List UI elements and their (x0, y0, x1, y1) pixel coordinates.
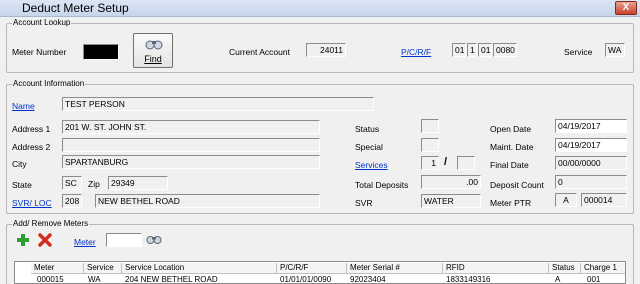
meter-link[interactable]: Meter (74, 237, 96, 247)
maint-date-field[interactable]: 04/19/2017 (555, 138, 627, 152)
find-label: Find (144, 54, 162, 64)
meter-ptr-label: Meter PTR (490, 198, 532, 208)
window-title: Deduct Meter Setup (22, 1, 129, 15)
svr-field: WATER (421, 194, 481, 208)
meter-input[interactable] (106, 233, 142, 247)
cell-meter-serial: 92023404 (350, 275, 386, 284)
svrloc-number-field: 208 (62, 194, 82, 208)
state-label: State (12, 180, 32, 190)
meters-table: Meter Service Service Location P/C/R/F M… (14, 261, 626, 284)
maint-date-label: Maint. Date (490, 142, 534, 152)
current-account-field: 24011 (306, 43, 346, 57)
pcrf-field-3: 01 (478, 43, 492, 57)
status-label: Status (355, 124, 380, 134)
svrloc-link[interactable]: SVR/ LOC (12, 198, 52, 208)
add-meter-button[interactable] (15, 233, 31, 248)
binoculars-icon (145, 40, 163, 50)
column-header-meter[interactable]: Meter (31, 263, 84, 274)
address2-field (62, 138, 320, 152)
cell-charge1: 001 (587, 275, 601, 284)
address2-label: Address 2 (12, 142, 51, 152)
binoculars-icon (146, 236, 162, 244)
meter-ptr-field: 000014 (581, 193, 627, 207)
services-field-1: 1 (421, 156, 439, 170)
final-date-field: 00/00/0000 (555, 156, 627, 170)
name-field: TEST PERSON (62, 97, 374, 111)
plus-icon (17, 234, 29, 246)
meter-number-input[interactable] (83, 44, 119, 60)
pcrf-field-4: 0080 (493, 43, 517, 57)
zip-field: 29349 (108, 176, 168, 190)
special-label: Special (355, 142, 383, 152)
x-icon (38, 233, 52, 247)
cell-status: A (555, 275, 561, 284)
total-deposits-label: Total Deposits (355, 180, 409, 190)
service-label: Service (564, 47, 593, 57)
column-header-charge1[interactable]: Charge 1 (581, 263, 625, 274)
special-field (421, 138, 439, 152)
cell-pcrf: 01/01/01/0090 (280, 275, 332, 284)
svr-label: SVR (355, 198, 373, 208)
meter-lookup-button[interactable] (146, 234, 162, 246)
zip-label: Zip (88, 179, 100, 189)
services-link[interactable]: Services (355, 160, 388, 170)
cell-meter: 000015 (37, 275, 64, 284)
add-remove-meters-legend: Add/ Remove Meters (12, 219, 90, 228)
state-field: SC (62, 176, 82, 190)
pcrf-field-1: 01 (452, 43, 466, 57)
column-header-service[interactable]: Service (84, 263, 122, 274)
account-information-legend: Account Information (12, 79, 86, 88)
account-lookup-legend: Account Lookup (12, 18, 72, 27)
remove-meter-button[interactable] (37, 233, 53, 248)
city-label: City (12, 159, 27, 169)
deduct-meter-setup-window: Deduct Meter Setup X Account Lookup Mete… (0, 0, 640, 284)
final-date-label: Final Date (490, 160, 529, 170)
deposit-count-label: Deposit Count (490, 180, 544, 190)
deposit-count-field: 0 (555, 175, 627, 189)
pcrf-link[interactable]: P/C/R/F (401, 47, 431, 57)
column-header-rfid[interactable]: RFID (443, 263, 549, 274)
column-header-status[interactable]: Status (549, 263, 581, 274)
title-bar[interactable]: Deduct Meter Setup X (0, 0, 640, 17)
close-button[interactable]: X (615, 1, 637, 15)
open-date-label: Open Date (490, 124, 532, 134)
address1-field: 201 W. ST. JOHN ST. (62, 120, 320, 134)
meter-number-label: Meter Number (12, 47, 67, 57)
service-field: WA (605, 43, 625, 57)
services-field-2 (457, 156, 475, 170)
find-button[interactable]: Find (133, 33, 173, 68)
services-separator: / (444, 156, 448, 168)
meter-ptr-a-field: A (555, 193, 577, 207)
current-account-label: Current Account (229, 47, 290, 57)
city-field: SPARTANBURG (62, 155, 320, 169)
address1-label: Address 1 (12, 124, 51, 134)
cell-service-location: 204 NEW BETHEL ROAD (125, 275, 218, 284)
svrloc-field: NEW BETHEL ROAD (95, 194, 320, 208)
column-header-meter-serial[interactable]: Meter Serial # (347, 263, 443, 274)
column-header-service-location[interactable]: Service Location (122, 263, 277, 274)
status-field (421, 119, 439, 133)
column-header-pcrf[interactable]: P/C/R/F (277, 263, 347, 274)
cell-service: WA (88, 275, 101, 284)
pcrf-field-2: 1 (467, 43, 477, 57)
open-date-field[interactable]: 04/19/2017 (555, 119, 627, 133)
total-deposits-field: .00 (421, 175, 481, 189)
cell-rfid: 1833149316 (446, 275, 491, 284)
name-link[interactable]: Name (12, 101, 35, 111)
